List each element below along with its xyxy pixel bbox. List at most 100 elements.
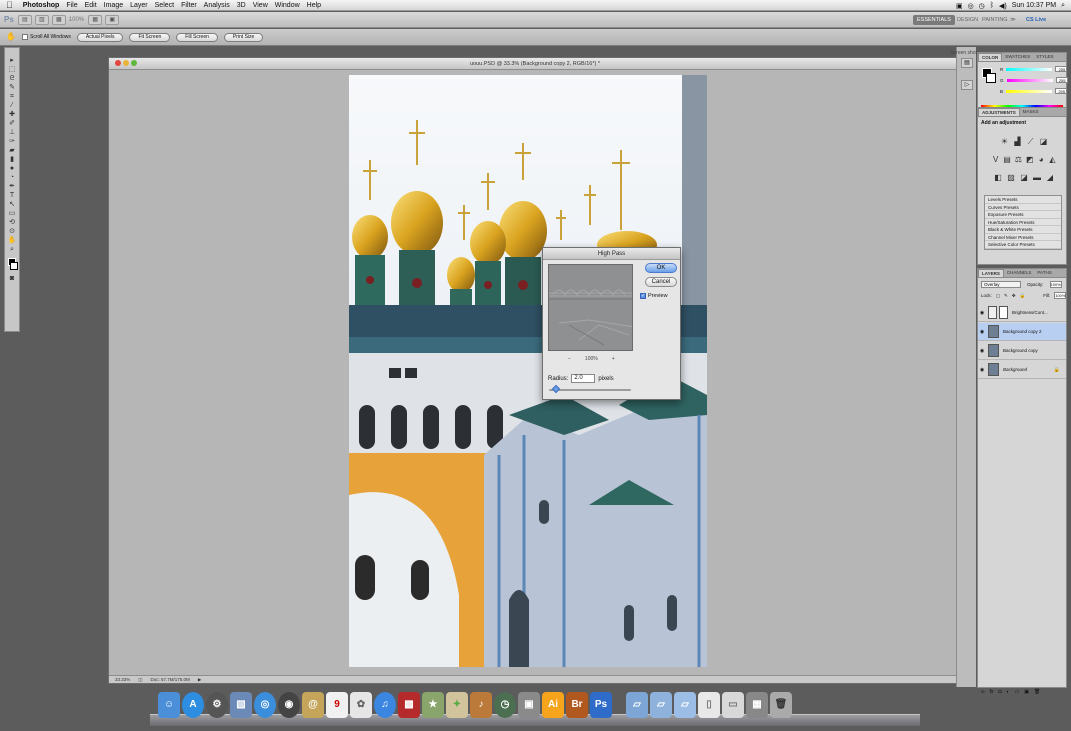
shape-tool-icon[interactable]: ▭ — [6, 209, 18, 218]
vibrance-icon[interactable]: V — [992, 155, 999, 164]
menu-help[interactable]: Help — [307, 0, 321, 11]
blue-channel-slider[interactable] — [1006, 89, 1053, 93]
launch-mini-bridge-button[interactable]: ▥ — [34, 14, 49, 25]
preset-black-white[interactable]: Black & White Presets — [985, 226, 1061, 234]
zoom-tool-icon[interactable]: ⌕ — [6, 245, 18, 254]
imovie-icon[interactable]: ★ — [422, 692, 444, 718]
cancel-button[interactable]: Cancel — [645, 277, 677, 287]
opacity-input[interactable]: 100% — [1049, 281, 1062, 288]
preset-hue-saturation[interactable]: Hue/Saturation Presets — [985, 219, 1061, 226]
brush-tool-icon[interactable]: ✐ — [6, 119, 18, 128]
photo-booth-icon[interactable]: ▩ — [398, 692, 420, 718]
menu-view[interactable]: View — [253, 0, 268, 11]
radius-slider[interactable] — [549, 384, 631, 394]
tab-masks[interactable]: MASKS — [1020, 108, 1042, 116]
red-channel-slider[interactable] — [1006, 67, 1053, 71]
menu-photoshop[interactable]: Photoshop — [23, 0, 60, 11]
tab-color[interactable]: COLOR — [978, 53, 1003, 61]
menu-window[interactable]: Window — [275, 0, 300, 11]
garageband-icon[interactable]: ♪ — [470, 692, 492, 718]
delete-layer-icon[interactable]: 🗑 — [1034, 689, 1040, 695]
trash-icon[interactable]: 🗑 — [770, 692, 792, 718]
history-brush-tool-icon[interactable]: ✑ — [6, 137, 18, 146]
selective-color-icon[interactable]: ◢ — [1046, 173, 1055, 182]
layer-row[interactable]: ◉ Brightness/Cont... — [978, 304, 1066, 322]
layer-thumbnail[interactable] — [988, 344, 999, 357]
workspace-more[interactable]: ≫ — [1006, 15, 1020, 25]
posterize-icon[interactable]: ▨ — [1007, 173, 1016, 182]
marquee-tool-icon[interactable]: ⬚ — [6, 65, 18, 74]
menu-3d[interactable]: 3D — [237, 0, 246, 11]
preview-checkbox-box[interactable]: ✓ — [640, 293, 646, 299]
iphoto-icon[interactable]: ✿ — [350, 692, 372, 718]
preset-levels[interactable]: Levels Presets — [985, 196, 1061, 204]
zoom-status[interactable]: 33.33% — [115, 677, 130, 682]
curves-icon[interactable]: ⟋ — [1026, 137, 1035, 146]
eyedropper-tool-icon[interactable]: ⁄ — [6, 101, 18, 110]
history-panel-icon[interactable]: ▤ — [961, 58, 973, 68]
layer-row[interactable]: ◉ Background copy — [978, 342, 1066, 360]
cs-live-button[interactable]: CS Live — [1022, 15, 1050, 25]
type-tool-icon[interactable]: T — [6, 191, 18, 200]
blur-tool-icon[interactable]: ● — [6, 164, 18, 173]
actions-panel-icon[interactable]: ▷ — [961, 80, 973, 90]
menu-image[interactable]: Image — [104, 0, 123, 11]
print-size-button[interactable]: Print Size — [223, 32, 264, 42]
color-balance-icon[interactable]: ⚖ — [1015, 155, 1022, 164]
3d-orbit-tool-icon[interactable]: ⊙ — [6, 227, 18, 236]
3d-rotate-tool-icon[interactable]: ⟲ — [6, 218, 18, 227]
background-color-swatch[interactable] — [986, 73, 996, 83]
launch-bridge-button[interactable]: ▤ — [17, 14, 32, 25]
gradient-map-icon[interactable]: ▬ — [1033, 173, 1042, 182]
minimize-window-button[interactable] — [123, 60, 129, 66]
document-stack-icon[interactable]: ▯ — [698, 692, 720, 718]
tab-paths[interactable]: PATHS — [1034, 269, 1054, 277]
move-tool-icon[interactable]: ▸ — [6, 56, 18, 65]
applications-folder-icon[interactable]: ▱ — [626, 692, 648, 718]
path-select-tool-icon[interactable]: ↖ — [6, 200, 18, 209]
zoom-level-select[interactable]: 100% — [69, 17, 84, 23]
layer-name[interactable]: Background — [1003, 367, 1027, 372]
layer-thumbnail[interactable] — [988, 363, 999, 376]
downloads-folder-icon[interactable]: ▱ — [674, 692, 696, 718]
invert-icon[interactable]: ◧ — [994, 173, 1003, 182]
lock-all-icon[interactable]: 🔒 — [1020, 293, 1026, 299]
visibility-eye-icon[interactable]: ◉ — [978, 329, 986, 335]
menu-layer[interactable]: Layer — [130, 0, 148, 11]
system-preferences-icon[interactable]: ⚙ — [206, 692, 228, 718]
fill-input[interactable]: 100% — [1054, 292, 1067, 299]
tab-adjustments[interactable]: ADJUSTMENTS — [978, 108, 1020, 116]
document-size-info[interactable]: Doc: 57.7M/175.0M — [151, 677, 190, 682]
photoshop-dock-icon[interactable]: Ps — [590, 692, 612, 718]
stacked-windows-icon[interactable]: ▦ — [746, 692, 768, 718]
threshold-icon[interactable]: ◪ — [1020, 173, 1029, 182]
layer-style-icon[interactable]: fx — [990, 689, 994, 695]
tab-swatches[interactable]: SWATCHES — [1002, 53, 1033, 61]
preset-selective-color[interactable]: Selective Color Presets — [985, 241, 1061, 249]
screen-mode-button[interactable]: ▣ — [105, 14, 120, 25]
view-extras-button[interactable]: ▦ — [51, 14, 66, 25]
illustrator-icon[interactable]: Ai — [542, 692, 564, 718]
filter-preview[interactable] — [548, 264, 633, 351]
visibility-eye-icon[interactable]: ◉ — [978, 348, 986, 354]
dialog-title[interactable]: High Pass — [543, 248, 680, 260]
channel-mixer-icon[interactable]: ◭ — [1049, 155, 1056, 164]
layer-row[interactable]: ◉ Background copy 2 — [978, 323, 1066, 341]
exposure-icon[interactable]: ◪ — [1039, 137, 1048, 146]
green-channel-slider[interactable] — [1006, 78, 1053, 82]
preset-curves[interactable]: Curves Presets — [985, 204, 1061, 211]
layer-name[interactable]: Brightness/Cont... — [1012, 310, 1048, 315]
new-group-icon[interactable]: ▭ — [1015, 689, 1020, 695]
zoom-in-button[interactable]: + — [612, 356, 615, 362]
healing-brush-tool-icon[interactable]: ✚ — [6, 110, 18, 119]
app-store-icon[interactable]: A — [182, 692, 204, 718]
document-title-bar[interactable]: uouu.PSD @ 33.3% (Background copy 2, RGB… — [109, 58, 961, 70]
visibility-eye-icon[interactable]: ◉ — [978, 367, 986, 373]
itunes-icon[interactable]: ♫ — [374, 692, 396, 718]
gradient-tool-icon[interactable]: ▮ — [6, 155, 18, 164]
tab-channels[interactable]: CHANNELS — [1004, 269, 1035, 277]
lock-image-icon[interactable]: ✎ — [1004, 293, 1008, 299]
preview-checkbox[interactable]: ✓ Preview — [640, 293, 668, 299]
lasso-tool-icon[interactable]: ᘓ — [6, 74, 18, 83]
lock-transparency-icon[interactable]: ▢ — [996, 293, 1000, 299]
